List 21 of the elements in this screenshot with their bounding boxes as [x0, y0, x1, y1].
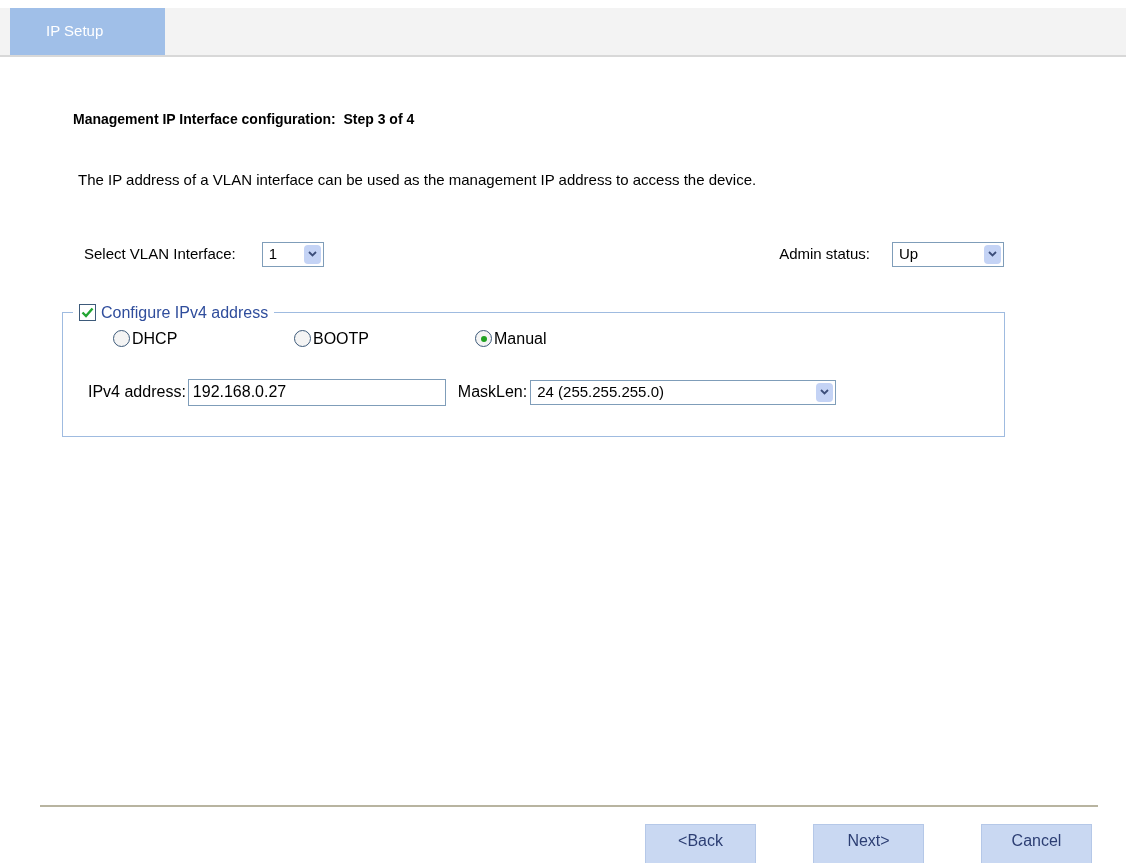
ipv4-address-label: IPv4 address: [88, 382, 186, 402]
dropdown-caret-icon [984, 244, 1001, 264]
wizard-button[interactable]: Cancel [981, 824, 1092, 863]
masklen-label: MaskLen: [457, 382, 528, 402]
admin-status-select[interactable]: Up [892, 241, 1004, 267]
dropdown-caret-icon [816, 382, 834, 402]
mode-radio[interactable]: DHCP [113, 326, 294, 351]
mode-radio[interactable]: BOOTP [294, 326, 475, 351]
wizard-button[interactable]: <Back [645, 824, 756, 863]
vlan-label: Select VLAN Interface: [84, 243, 236, 264]
ipv4-address-field[interactable]: 192.168.0.27 [187, 378, 446, 406]
step-heading: Management IP Interface configuration: Step 3 of 4 [73, 110, 416, 129]
ipv4-checkbox[interactable]: Configure IPv4 address [79, 300, 269, 325]
description-text: The IP address of a VLAN interface can be used as the management IP address to access the device. [78, 170, 758, 190]
vlan-select[interactable]: 1 [261, 241, 324, 267]
masklen-select[interactable]: 24 (255.255.255.0) [530, 379, 837, 405]
dropdown-caret-icon [303, 244, 321, 264]
mode-radio[interactable]: Manual [475, 326, 656, 351]
checkmark-icon [81, 307, 94, 318]
admin-status-label: Admin status: [779, 243, 870, 264]
wizard-button[interactable]: Next> [813, 824, 924, 863]
